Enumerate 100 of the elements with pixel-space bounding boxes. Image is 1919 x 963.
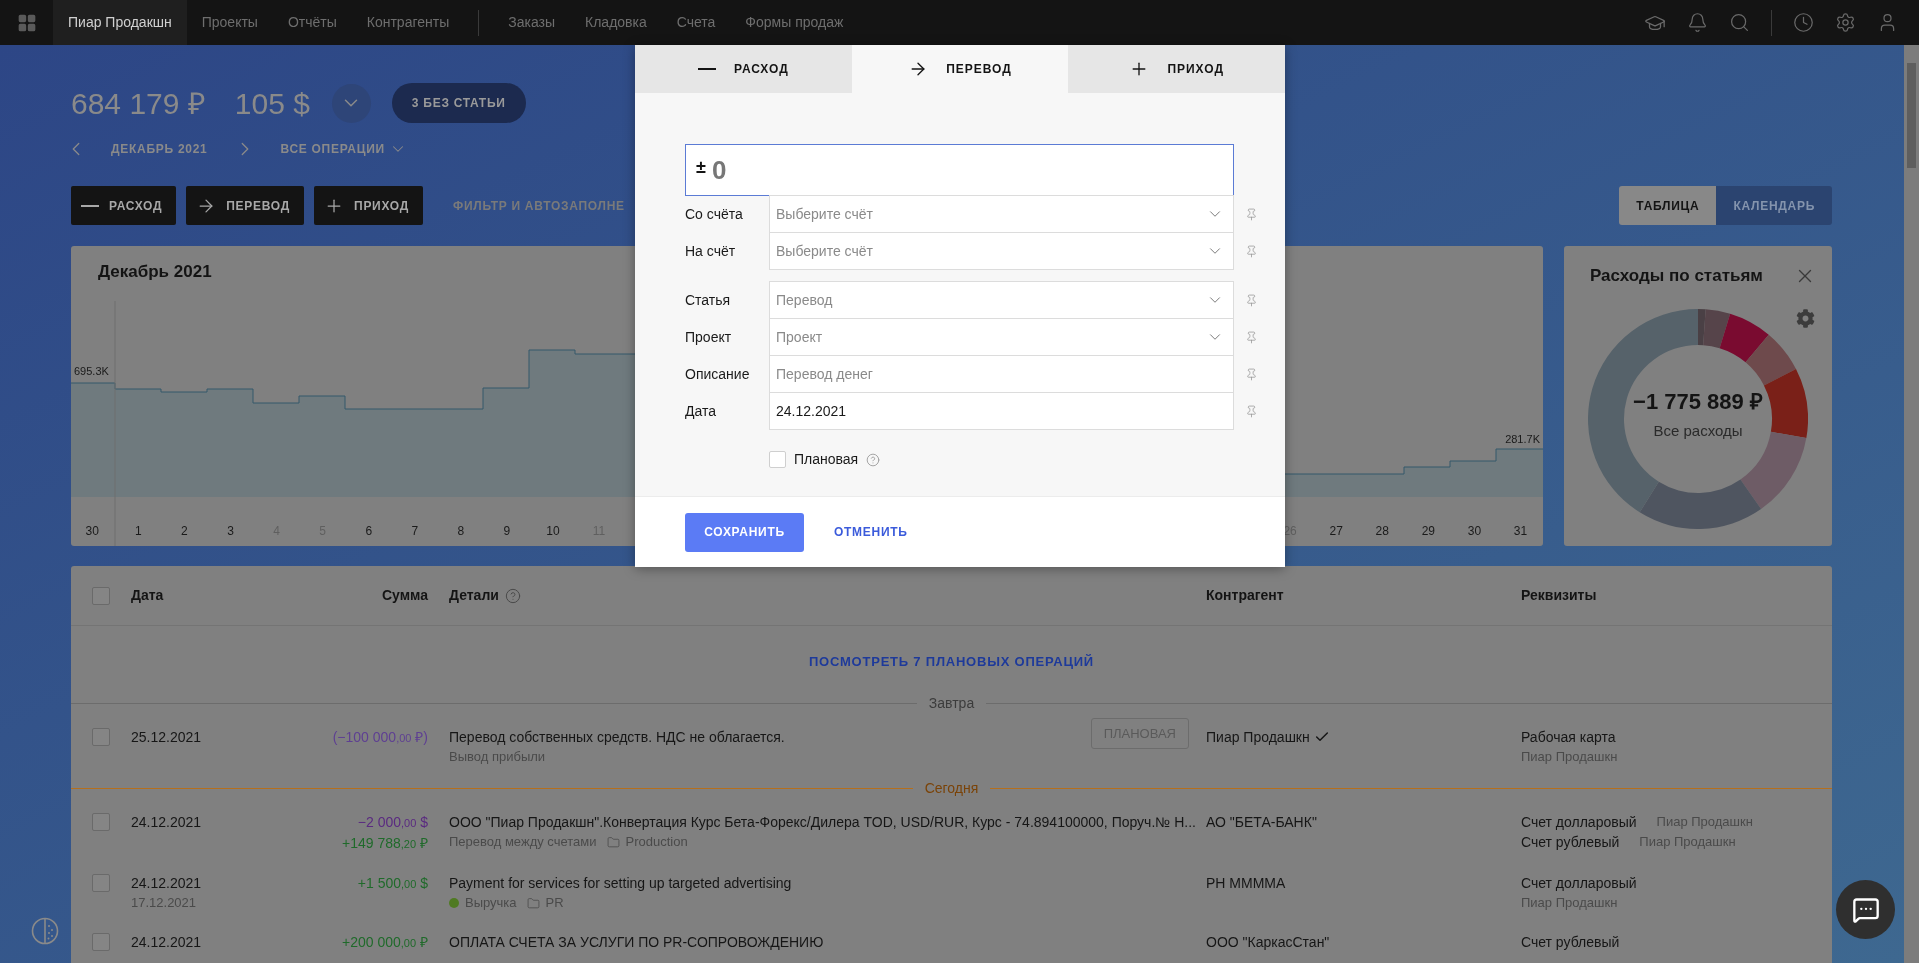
- nav-item[interactable]: Контрагенты: [351, 0, 465, 45]
- contrast-icon[interactable]: [31, 917, 59, 945]
- row-checkbox[interactable]: [92, 933, 110, 951]
- row-date: 24.12.2021: [131, 874, 203, 893]
- group-label: Сегодня: [923, 778, 980, 798]
- amount: +1 500,00 $: [357, 874, 428, 893]
- apps-grid-icon[interactable]: [17, 12, 37, 33]
- amount-field[interactable]: ± 0: [685, 144, 1234, 196]
- checkbox-label: Плановая: [794, 450, 859, 469]
- nav-item[interactable]: Заказы: [493, 0, 570, 45]
- row-date: 24.12.2021: [131, 933, 203, 952]
- donut-slice: [1745, 334, 1796, 386]
- help-icon[interactable]: [866, 452, 881, 467]
- nav-item[interactable]: Пиар Продакшн: [53, 0, 187, 45]
- day-label: 3: [227, 524, 234, 538]
- row-details: ОПЛАТА СЧЕТА ЗА УСЛУГИ ПО PR-СОПРОВОЖДЕНИЮ: [449, 933, 824, 952]
- day-label: 27: [1329, 524, 1343, 538]
- pin-icon[interactable]: [1245, 245, 1258, 258]
- select-field[interactable]: Проект: [769, 318, 1234, 356]
- day-label: 1: [135, 524, 142, 538]
- account-name: Рабочая карта: [1521, 728, 1617, 747]
- day-label: 28: [1375, 524, 1389, 538]
- uncategorized-badge[interactable]: 3 БЕЗ СТАТЬИ: [391, 83, 526, 123]
- expand-button[interactable]: [331, 83, 371, 123]
- amount: (−100 000,00 ₽): [332, 728, 428, 747]
- planned-checkbox[interactable]: [769, 451, 786, 468]
- clock-icon[interactable]: [1793, 12, 1814, 33]
- dialog-tab[interactable]: РАСХОД: [635, 45, 852, 93]
- text-field[interactable]: 24.12.2021: [769, 392, 1234, 430]
- day-label: 6: [365, 524, 373, 538]
- nav-item[interactable]: Отчёты: [272, 0, 352, 45]
- folder-icon: [606, 835, 620, 849]
- field-label: Статья: [685, 291, 732, 310]
- pin-icon[interactable]: [1245, 294, 1258, 307]
- view-tab[interactable]: КАЛЕНДАРЬ: [1716, 186, 1832, 225]
- day-label: 29: [1421, 524, 1435, 538]
- pin-icon[interactable]: [1245, 405, 1258, 418]
- nav-item[interactable]: Проекты: [186, 0, 273, 45]
- nav-item[interactable]: Кладовка: [570, 0, 662, 45]
- search-icon[interactable]: [1729, 12, 1750, 33]
- pin-icon[interactable]: [1245, 368, 1258, 381]
- row-details: Payment for services for setting up targeted advertising: [449, 874, 792, 893]
- action-button[interactable]: РАСХОД: [71, 186, 177, 225]
- row-checkbox[interactable]: [92, 728, 110, 746]
- settings-icon[interactable]: [1835, 12, 1856, 33]
- day-label: 30: [85, 524, 99, 538]
- day-label: 9: [503, 524, 511, 538]
- row-checkbox[interactable]: [92, 874, 110, 892]
- column-header: Детали: [449, 586, 499, 605]
- action-button[interactable]: ПЕРЕВОД: [186, 186, 305, 225]
- balance-amount: 105 $: [234, 85, 310, 122]
- row-date: 24.12.2021: [131, 813, 203, 832]
- account-name: Счет рублевый: [1521, 833, 1620, 852]
- nav-item[interactable]: Счета: [661, 0, 731, 45]
- scrollbar-thumb[interactable]: [1907, 63, 1916, 168]
- minus-icon: [81, 204, 99, 207]
- pin-icon[interactable]: [1245, 208, 1258, 221]
- save-button[interactable]: СОХРАНИТЬ: [685, 512, 804, 552]
- scrollbar[interactable]: [1904, 45, 1919, 963]
- help-icon[interactable]: [504, 587, 521, 604]
- amount: +200 000,00 ₽: [342, 933, 428, 952]
- amount: +149 788,20 ₽: [342, 834, 428, 853]
- contragent-name: ООО "КаркасСтан": [1206, 933, 1330, 952]
- row-details: ООО "Пиар Продакшн".Конвертация Курс Бета-Форекс/Дилера TOD, USD/RUR, Курс - 74.894100000, Поруч.№ Н...: [449, 813, 1195, 832]
- column-header: Сумма: [380, 586, 428, 605]
- select-field[interactable]: Выберите счёт: [769, 232, 1234, 270]
- account-name: Счет рублевый: [1521, 933, 1621, 952]
- contragent-name: РН ММММА: [1206, 874, 1286, 893]
- amount: −2 000,00 $: [357, 813, 428, 832]
- account-name: Счет долларовый: [1521, 874, 1638, 893]
- day-label: 31: [1513, 524, 1528, 538]
- pin-icon[interactable]: [1245, 331, 1258, 344]
- folder-icon: [526, 896, 540, 910]
- nav-item[interactable]: Формы продаж: [730, 0, 859, 45]
- balance-amount: 684 179 ₽: [71, 85, 205, 122]
- minus-icon: [697, 68, 716, 70]
- notifications-icon[interactable]: [1687, 12, 1708, 33]
- select-all-checkbox[interactable]: [92, 586, 110, 605]
- dialog-tab[interactable]: ПРИХОД: [1068, 45, 1285, 93]
- cancel-button[interactable]: ОТМЕНИТЬ: [834, 523, 908, 541]
- contragent-name: Пиар Продашкн: [1206, 728, 1310, 747]
- start-value-label: 695.3K: [74, 365, 109, 377]
- select-field[interactable]: Перевод: [769, 281, 1234, 319]
- row-date: 25.12.2021: [131, 728, 203, 747]
- chart-title: Декабрь 2021: [98, 261, 212, 283]
- action-button[interactable]: ПРИХОД: [314, 186, 424, 225]
- field-label: Описание: [685, 365, 751, 384]
- expenses-caption: Все расходы: [1653, 420, 1743, 441]
- day-label: 30: [1467, 524, 1482, 538]
- column-header: Реквизиты: [1521, 586, 1597, 605]
- view-tab[interactable]: ТАБЛИЦА: [1619, 186, 1717, 225]
- field-label: Проект: [685, 328, 733, 347]
- contragent-name: АО "БЕТА-БАНК": [1206, 813, 1317, 832]
- select-field[interactable]: Выберите счёт: [769, 195, 1234, 233]
- text-field[interactable]: Перевод денег: [769, 355, 1234, 393]
- row-checkbox[interactable]: [92, 813, 110, 831]
- settings-icon[interactable]: [1796, 309, 1815, 328]
- day-label: 7: [411, 524, 419, 538]
- column-header: Дата: [131, 586, 165, 605]
- account-name: Счет долларовый: [1521, 813, 1637, 832]
